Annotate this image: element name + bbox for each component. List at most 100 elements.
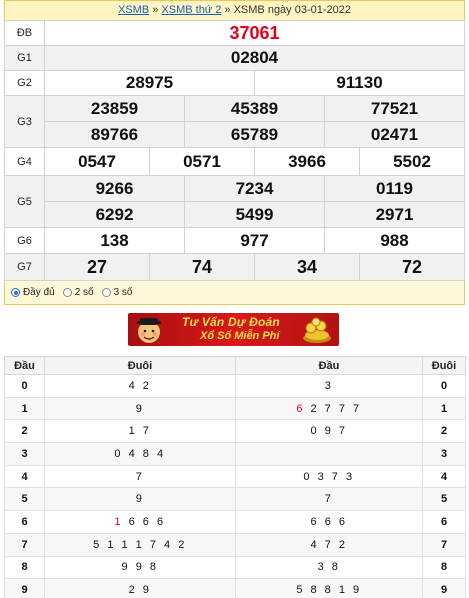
- table-row: 0 4 2 3 0: [4, 374, 466, 398]
- loto-head-digits: 7: [235, 487, 423, 512]
- sixth-prize-value: 977: [184, 227, 325, 254]
- table-row: 3 0 4 8 4 3: [4, 442, 466, 466]
- special-digit: 1: [114, 515, 124, 528]
- radio-full[interactable]: [11, 288, 20, 297]
- fifth-prize-value: 5499: [184, 201, 325, 228]
- prize-label-g4: G4: [4, 147, 45, 176]
- fourth-prize-value: 5502: [359, 147, 465, 176]
- table-row: 9 2 9 5 8 8 1 9 9: [4, 578, 466, 598]
- loto-key: 4: [4, 464, 45, 489]
- special-prize-value: 37061: [44, 20, 465, 46]
- fifth-prize-value: 2971: [324, 201, 465, 228]
- first-prize-value: 02804: [44, 45, 465, 71]
- breadcrumb-current: XSMB ngày 03-01-2022: [233, 4, 352, 16]
- loto-tail-digits: 9 9 8: [44, 555, 236, 580]
- third-prize-value: 65789: [184, 121, 325, 148]
- loto-head-digits: 0 9 7: [235, 419, 423, 444]
- loto-header-dau: Đầu: [4, 356, 45, 375]
- breadcrumb: XSMB » XSMB thứ 2 » XSMB ngày 03-01-2022: [4, 0, 465, 20]
- gold-coins-icon: [303, 317, 331, 343]
- option-two-digits-label: 2 số: [74, 287, 94, 298]
- loto-tail-digits: 1 7: [44, 419, 236, 444]
- loto-tail-digits: 1 6 6 6: [44, 510, 236, 534]
- option-three-digits[interactable]: 3 số: [101, 287, 133, 298]
- table-row: 6 1 6 6 6 6 6 6 6: [4, 510, 466, 534]
- prize-label-g3: G3: [4, 95, 45, 148]
- option-two-digits[interactable]: 2 số: [62, 287, 94, 298]
- loto-digits: 6 6 6: [123, 515, 166, 528]
- breadcrumb-separator: »: [149, 4, 162, 16]
- fifth-prize-value: 6292: [44, 201, 185, 228]
- loto-tail-digits: 2 9: [44, 578, 236, 598]
- fourth-prize-value: 0571: [149, 147, 255, 176]
- fourth-prize-value: 3966: [254, 147, 360, 176]
- loto-key: 2: [4, 419, 45, 444]
- loto-head-tail-table: Đầu Đuôi Đầu Đuôi 0 4 2 3 0 1 9 6 2 7 7 …: [4, 356, 466, 598]
- table-row: 7 5 1 1 1 7 4 2 4 7 2 7: [4, 532, 466, 557]
- table-row: 8 9 9 8 3 8 8: [4, 555, 466, 580]
- banner-subtitle: Xổ Số Miễn Phí: [200, 330, 280, 342]
- seventh-prize-value: 27: [44, 253, 150, 281]
- display-options: Đầy đủ 2 số 3 số: [4, 281, 465, 305]
- loto-tail-digits: 0 4 8 4: [44, 442, 236, 466]
- fortune-god-icon: [137, 318, 161, 343]
- prize-label-g2: G2: [4, 70, 45, 96]
- loto-key: 0: [422, 374, 466, 398]
- sixth-prize-value: 138: [44, 227, 185, 254]
- third-prize-value: 02471: [324, 121, 465, 148]
- table-row: 4 7 0 3 7 3 4: [4, 464, 466, 489]
- fifth-prize-value: 0119: [324, 175, 465, 202]
- results-table: ĐB 37061 G1 02804 G2 28975 91130 G3 2385…: [4, 20, 465, 281]
- third-prize-value: 77521: [324, 95, 465, 122]
- loto-key: 1: [422, 396, 466, 421]
- loto-head-digits: 6 6 6: [235, 510, 423, 534]
- radio-two-digits[interactable]: [62, 288, 72, 297]
- breadcrumb-link-xsmb[interactable]: XSMB: [118, 4, 149, 16]
- loto-head-digits: 6 2 7 7 7: [235, 396, 423, 421]
- special-digit: 6: [296, 402, 305, 415]
- loto-digits: 2 7 7 7: [304, 402, 362, 415]
- loto-tail-digits: 9: [44, 487, 236, 512]
- option-full[interactable]: Đầy đủ: [11, 287, 55, 298]
- third-prize-value: 23859: [44, 95, 185, 122]
- loto-header-dau: Đầu: [235, 356, 423, 375]
- seventh-prize-value: 34: [254, 253, 360, 281]
- loto-head-digits: 0 3 7 3: [235, 464, 423, 489]
- loto-head-digits: [235, 442, 423, 466]
- prize-label-g7: G7: [4, 253, 45, 281]
- loto-key: 6: [4, 510, 45, 534]
- prize-label-g6: G6: [4, 227, 45, 254]
- loto-tail-digits: 4 2: [44, 374, 236, 398]
- loto-key: 1: [4, 396, 45, 421]
- prize-label-db: ĐB: [4, 20, 45, 46]
- loto-head-digits: 5 8 8 1 9: [235, 578, 423, 598]
- loto-key: 3: [422, 442, 466, 466]
- loto-head-digits: 3 8: [235, 555, 423, 580]
- loto-head-digits: 4 7 2: [235, 532, 423, 557]
- option-full-label: Đầy đủ: [23, 287, 55, 298]
- radio-three-digits[interactable]: [101, 288, 111, 297]
- loto-key: 3: [4, 442, 45, 466]
- prize-label-g1: G1: [4, 45, 45, 71]
- second-prize-value: 28975: [44, 70, 255, 96]
- loto-key: 7: [422, 532, 466, 557]
- seventh-prize-value: 72: [359, 253, 465, 281]
- sixth-prize-value: 988: [324, 227, 465, 254]
- fifth-prize-value: 7234: [184, 175, 325, 202]
- loto-key: 8: [422, 555, 466, 580]
- prediction-banner[interactable]: Tư Vấn Dự Đoán Xổ Số Miễn Phí: [128, 313, 339, 346]
- loto-header-duoi: Đuôi: [44, 356, 236, 375]
- loto-key: 4: [422, 464, 466, 489]
- prize-label-g5: G5: [4, 175, 45, 228]
- breadcrumb-separator: »: [221, 4, 234, 16]
- loto-key: 5: [4, 487, 45, 512]
- banner-title: Tư Vấn Dự Đoán: [182, 315, 280, 329]
- loto-key: 2: [422, 419, 466, 444]
- loto-tail-digits: 7: [44, 464, 236, 489]
- loto-key: 5: [422, 487, 466, 512]
- loto-key: 6: [422, 510, 466, 534]
- loto-key: 9: [4, 578, 45, 598]
- breadcrumb-link-xsmb-thu-2[interactable]: XSMB thứ 2: [161, 4, 221, 16]
- loto-head-digits: 3: [235, 374, 423, 398]
- second-prize-value: 91130: [254, 70, 465, 96]
